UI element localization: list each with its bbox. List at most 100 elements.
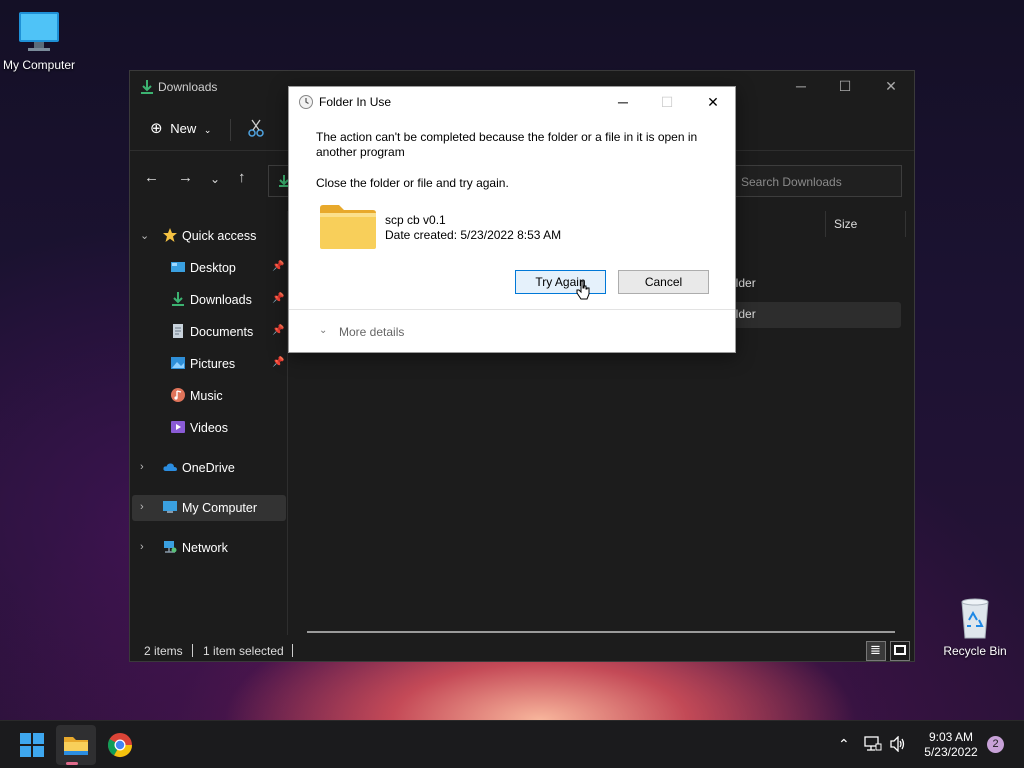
folder-icon bbox=[320, 205, 376, 249]
sidebar-item-downloads[interactable]: Downloads 📌 bbox=[132, 287, 286, 313]
maximize-icon: ☐ bbox=[660, 94, 674, 110]
search-input[interactable]: Search Downloads bbox=[726, 165, 902, 197]
chevron-down-icon: ⌄ bbox=[203, 125, 212, 135]
chrome-icon[interactable] bbox=[104, 729, 136, 761]
download-icon bbox=[172, 292, 184, 306]
maximize-icon: ☐ bbox=[838, 78, 852, 94]
sidebar-item-music[interactable]: Music bbox=[132, 383, 286, 409]
star-icon bbox=[163, 228, 177, 242]
volume-icon[interactable] bbox=[889, 736, 907, 752]
minimize-icon: ─ bbox=[618, 94, 628, 110]
tiles-view-button[interactable] bbox=[890, 641, 910, 661]
sidebar-item-my-computer[interactable]: › My Computer bbox=[132, 495, 286, 521]
sidebar-item-label: Desktop bbox=[190, 261, 236, 275]
cancel-button[interactable]: Cancel bbox=[618, 270, 709, 294]
dialog-instruction: Close the folder or file and try again. bbox=[316, 176, 509, 190]
back-arrow-icon[interactable]: ← bbox=[144, 169, 159, 186]
network-icon bbox=[164, 541, 177, 553]
try-again-button[interactable]: Try Again bbox=[515, 270, 606, 294]
clock-time: 9:03 AM bbox=[928, 730, 974, 744]
pin-icon: 📌 bbox=[272, 261, 285, 272]
more-details-label: More details bbox=[339, 325, 405, 339]
download-icon bbox=[141, 80, 153, 94]
sidebar-item-label: Documents bbox=[190, 325, 254, 339]
desktop-icon-label: My Computer bbox=[2, 58, 76, 72]
sidebar-item-label: Network bbox=[182, 541, 228, 555]
chevron-right-icon: › bbox=[140, 541, 144, 553]
pictures-icon bbox=[171, 357, 185, 369]
address-bar[interactable] bbox=[268, 165, 289, 197]
new-button-label: New bbox=[170, 121, 197, 136]
maximize-button[interactable]: ☐ bbox=[822, 71, 868, 101]
horizontal-scrollbar[interactable] bbox=[307, 631, 895, 633]
sidebar-item-label: Pictures bbox=[190, 357, 236, 371]
sidebar-item-label: OneDrive bbox=[182, 461, 235, 475]
dialog-close-button[interactable]: ✕ bbox=[699, 91, 727, 113]
computer-icon bbox=[163, 501, 177, 513]
mouse-cursor-icon bbox=[576, 280, 590, 300]
sidebar-item-videos[interactable]: Videos bbox=[132, 415, 286, 441]
status-item-count: 2 items bbox=[144, 644, 183, 658]
dialog-message: The action can't be completed because th… bbox=[316, 130, 698, 159]
pin-icon: 📌 bbox=[272, 325, 285, 336]
desktop-icon-label: Recycle Bin bbox=[943, 644, 1007, 658]
pin-icon: 📌 bbox=[272, 293, 285, 304]
minimize-button[interactable]: ─ bbox=[778, 71, 824, 101]
desktop-icon-my-computer[interactable]: My Computer bbox=[0, 10, 79, 72]
music-icon bbox=[171, 388, 185, 402]
dialog-maximize-button: ☐ bbox=[653, 91, 681, 113]
new-button[interactable]: ⊕ New ⌄ bbox=[150, 119, 211, 137]
details-view-icon: ≣ bbox=[870, 642, 881, 657]
dialog-minimize-button[interactable]: ─ bbox=[609, 91, 637, 113]
clock-icon bbox=[299, 95, 313, 109]
sidebar-item-quick-access[interactable]: ⌄ Quick access bbox=[132, 223, 286, 249]
recycle-bin-icon bbox=[961, 598, 989, 639]
windows-start-icon[interactable] bbox=[16, 729, 48, 761]
sidebar-item-documents[interactable]: Documents 📌 bbox=[132, 319, 286, 345]
up-arrow-icon[interactable]: ↑ bbox=[238, 169, 246, 186]
cloud-icon bbox=[163, 463, 177, 471]
sidebar-item-label: Quick access bbox=[182, 229, 257, 243]
close-icon: ✕ bbox=[885, 78, 897, 94]
forward-arrow-icon[interactable]: → bbox=[178, 169, 193, 186]
chevron-right-icon: › bbox=[140, 461, 144, 473]
sidebar-item-onedrive[interactable]: › OneDrive bbox=[132, 455, 286, 481]
chevron-right-icon: › bbox=[140, 501, 144, 513]
folder-in-use-dialog: Folder In Use ─ ☐ ✕ The action can't be … bbox=[288, 86, 736, 353]
column-header-size[interactable]: Size bbox=[825, 211, 905, 237]
scissors-icon[interactable] bbox=[248, 119, 264, 137]
clock-date: 5/23/2022 bbox=[924, 745, 978, 759]
desktop-folder-icon bbox=[171, 262, 185, 272]
dialog-title-bar[interactable]: Folder In Use ─ ☐ ✕ bbox=[289, 87, 735, 117]
folder-name: scp cb v0.1 bbox=[385, 213, 446, 227]
chevron-down-icon: ⌄ bbox=[140, 230, 150, 242]
sidebar-item-label: Downloads bbox=[190, 293, 252, 307]
tiles-view-icon bbox=[894, 645, 906, 655]
sidebar-item-pictures[interactable]: Pictures 📌 bbox=[132, 351, 286, 377]
status-bar: 2 items 1 item selected ≣ bbox=[130, 641, 914, 661]
monitor-icon bbox=[19, 12, 59, 51]
close-button[interactable]: ✕ bbox=[868, 71, 914, 101]
plus-circle-icon: ⊕ bbox=[150, 120, 163, 137]
taskbar-running-indicator bbox=[66, 762, 78, 765]
system-clock[interactable]: 9:03 AM 5/23/2022 bbox=[916, 730, 986, 760]
notification-badge[interactable]: 2 bbox=[987, 736, 1004, 753]
file-explorer-icon[interactable] bbox=[60, 729, 92, 761]
sidebar-item-network[interactable]: › Network bbox=[132, 535, 286, 561]
explorer-title: Downloads bbox=[158, 80, 218, 94]
videos-icon bbox=[171, 421, 185, 433]
sidebar-item-label: Music bbox=[190, 389, 223, 403]
sidebar-item-label: My Computer bbox=[182, 501, 258, 515]
status-divider bbox=[292, 644, 293, 657]
sidebar-item-desktop[interactable]: Desktop 📌 bbox=[132, 255, 286, 281]
recent-locations-chevron-icon[interactable]: ⌄ bbox=[210, 172, 220, 186]
chevron-down-icon: ⌄ bbox=[319, 325, 328, 336]
network-status-icon[interactable] bbox=[864, 736, 882, 752]
dialog-title: Folder In Use bbox=[319, 95, 392, 109]
navigation-pane: ⌄ Quick access Desktop 📌 Downloads 📌 Doc… bbox=[130, 211, 288, 635]
sidebar-item-label: Videos bbox=[190, 421, 228, 435]
chevron-up-icon[interactable]: ⌃ bbox=[838, 736, 850, 753]
column-divider bbox=[905, 211, 906, 237]
desktop-icon-recycle-bin[interactable]: Recycle Bin bbox=[935, 596, 1015, 658]
details-view-button[interactable]: ≣ bbox=[866, 641, 886, 661]
